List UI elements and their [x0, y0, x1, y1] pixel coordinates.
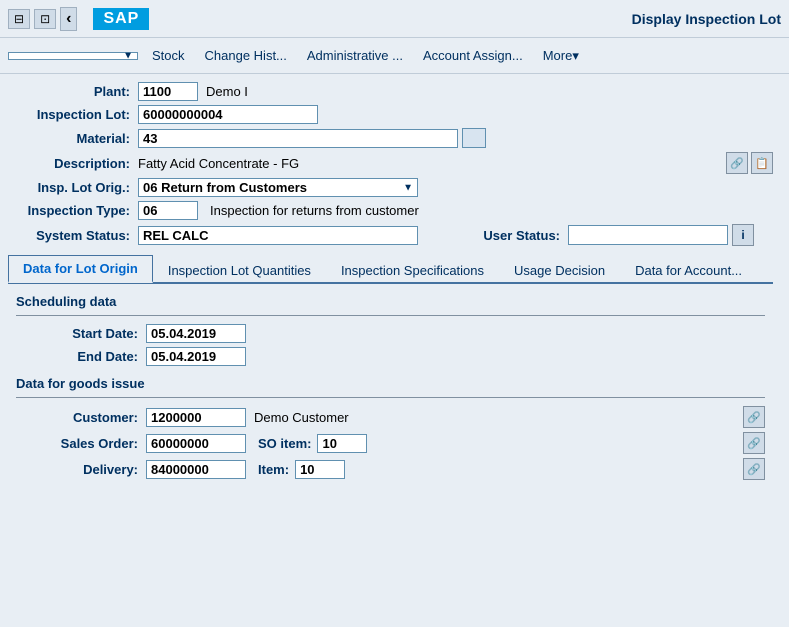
material-row: Material: 43: [8, 128, 773, 148]
main-content: Plant: 1100 Demo I Inspection Lot: 60000…: [0, 74, 789, 502]
tabs-bar: Data for Lot Origin Inspection Lot Quant…: [8, 254, 773, 284]
goods-issue-title: Data for goods issue: [16, 376, 765, 391]
tab-data-for-account[interactable]: Data for Account...: [620, 257, 757, 283]
sales-order-link-icon[interactable]: 🔗: [743, 432, 765, 454]
customer-value: 1200000: [146, 408, 246, 427]
tab-data-for-lot-origin[interactable]: Data for Lot Origin: [8, 255, 153, 283]
tab-inspection-specifications[interactable]: Inspection Specifications: [326, 257, 499, 283]
tab-content-area: Scheduling data Start Date: 05.04.2019 E…: [8, 284, 773, 494]
end-date-label: End Date:: [16, 349, 146, 364]
customer-row: Customer: 1200000 Demo Customer 🔗: [16, 406, 765, 428]
description-copy-icon[interactable]: 📋: [751, 152, 773, 174]
action-dropdown-wrapper[interactable]: ▼: [8, 52, 138, 60]
plant-desc: Demo I: [206, 84, 248, 99]
info-icon-btn[interactable]: i: [732, 224, 754, 246]
description-value: Fatty Acid Concentrate - FG: [138, 156, 299, 171]
end-date-row: End Date: 05.04.2019: [16, 347, 765, 366]
so-item-value: 10: [317, 434, 367, 453]
action-dropdown[interactable]: ▼: [8, 52, 138, 60]
menu-stock[interactable]: Stock: [146, 46, 191, 65]
inspection-type-desc: Inspection for returns from customer: [210, 203, 419, 218]
menu-account-assign[interactable]: Account Assign...: [417, 46, 529, 65]
sap-logo: SAP: [93, 8, 149, 30]
insp-lot-orig-value: 06 Return from Customers: [143, 180, 307, 195]
goods-divider: [16, 397, 765, 398]
inspection-type-row: Inspection Type: 06 Inspection for retur…: [8, 201, 773, 220]
customer-link-icon[interactable]: 🔗: [743, 406, 765, 428]
item-value: 10: [295, 460, 345, 479]
customer-label: Customer:: [16, 410, 146, 425]
menu-change-hist[interactable]: Change Hist...: [199, 46, 293, 65]
description-link-icon[interactable]: 🔗: [726, 152, 748, 174]
plant-label: Plant:: [8, 84, 138, 99]
delivery-label: Delivery:: [16, 462, 146, 477]
inspection-type-label: Inspection Type:: [8, 203, 138, 218]
system-status-value: REL CALC: [138, 226, 418, 245]
stack-icon-btn[interactable]: ⊡: [34, 9, 56, 29]
description-row: Description: Fatty Acid Concentrate - FG…: [8, 152, 773, 174]
item-label: Item:: [258, 462, 289, 477]
menu-administrative[interactable]: Administrative ...: [301, 46, 409, 65]
save-icon-btn[interactable]: ⊟: [8, 9, 30, 29]
tab-inspection-lot-quantities[interactable]: Inspection Lot Quantities: [153, 257, 326, 283]
menu-bar: ▼ Stock Change Hist... Administrative ..…: [0, 38, 789, 74]
delivery-row: Delivery: 84000000 Item: 10 🔗: [16, 458, 765, 480]
end-date-value: 05.04.2019: [146, 347, 246, 366]
inspection-lot-value: 60000000004: [138, 105, 318, 124]
system-status-label: System Status:: [8, 228, 138, 243]
top-bar: ⊟ ⊡ ‹ SAP Display Inspection Lot: [0, 0, 789, 38]
menu-more[interactable]: More▾: [537, 46, 585, 66]
delivery-link-icon[interactable]: 🔗: [743, 458, 765, 480]
insp-lot-orig-row: Insp. Lot Orig.: 06 Return from Customer…: [8, 178, 773, 197]
plant-row: Plant: 1100 Demo I: [8, 82, 773, 101]
sales-order-value: 60000000: [146, 434, 246, 453]
customer-desc: Demo Customer: [254, 410, 349, 425]
insp-lot-orig-wrapper[interactable]: 06 Return from Customers ▼: [138, 178, 418, 197]
material-value: 43: [138, 129, 458, 148]
material-label: Material:: [8, 131, 138, 146]
insp-lot-orig-label: Insp. Lot Orig.:: [8, 180, 138, 195]
tab-usage-decision[interactable]: Usage Decision: [499, 257, 620, 283]
user-status-label: User Status:: [438, 228, 568, 243]
insp-lot-orig-arrow-icon: ▼: [403, 182, 413, 193]
back-button[interactable]: ‹: [60, 7, 77, 31]
scheduling-divider: [16, 315, 765, 316]
inspection-lot-label: Inspection Lot:: [8, 107, 138, 122]
delivery-value: 84000000: [146, 460, 246, 479]
inspection-type-value: 06: [138, 201, 198, 220]
sales-order-label: Sales Order:: [16, 436, 146, 451]
inspection-lot-row: Inspection Lot: 60000000004: [8, 105, 773, 124]
scheduling-section-title: Scheduling data: [16, 294, 765, 309]
user-status-input[interactable]: [568, 225, 728, 245]
so-item-label: SO item:: [258, 436, 311, 451]
start-date-label: Start Date:: [16, 326, 146, 341]
start-date-value: 05.04.2019: [146, 324, 246, 343]
insp-lot-orig-select[interactable]: 06 Return from Customers ▼: [138, 178, 418, 197]
start-date-row: Start Date: 05.04.2019: [16, 324, 765, 343]
page-title: Display Inspection Lot: [632, 11, 781, 27]
plant-value: 1100: [138, 82, 198, 101]
description-label: Description:: [8, 156, 138, 171]
status-row: System Status: REL CALC User Status: i: [8, 224, 773, 246]
dropdown-arrow-icon: ▼: [123, 50, 133, 61]
material-icon-box[interactable]: [462, 128, 486, 148]
toolbar-left: ⊟ ⊡ ‹ SAP: [8, 7, 161, 31]
sales-order-row: Sales Order: 60000000 SO item: 10 🔗: [16, 432, 765, 454]
goods-issue-section: Data for goods issue Customer: 1200000 D…: [16, 376, 765, 480]
